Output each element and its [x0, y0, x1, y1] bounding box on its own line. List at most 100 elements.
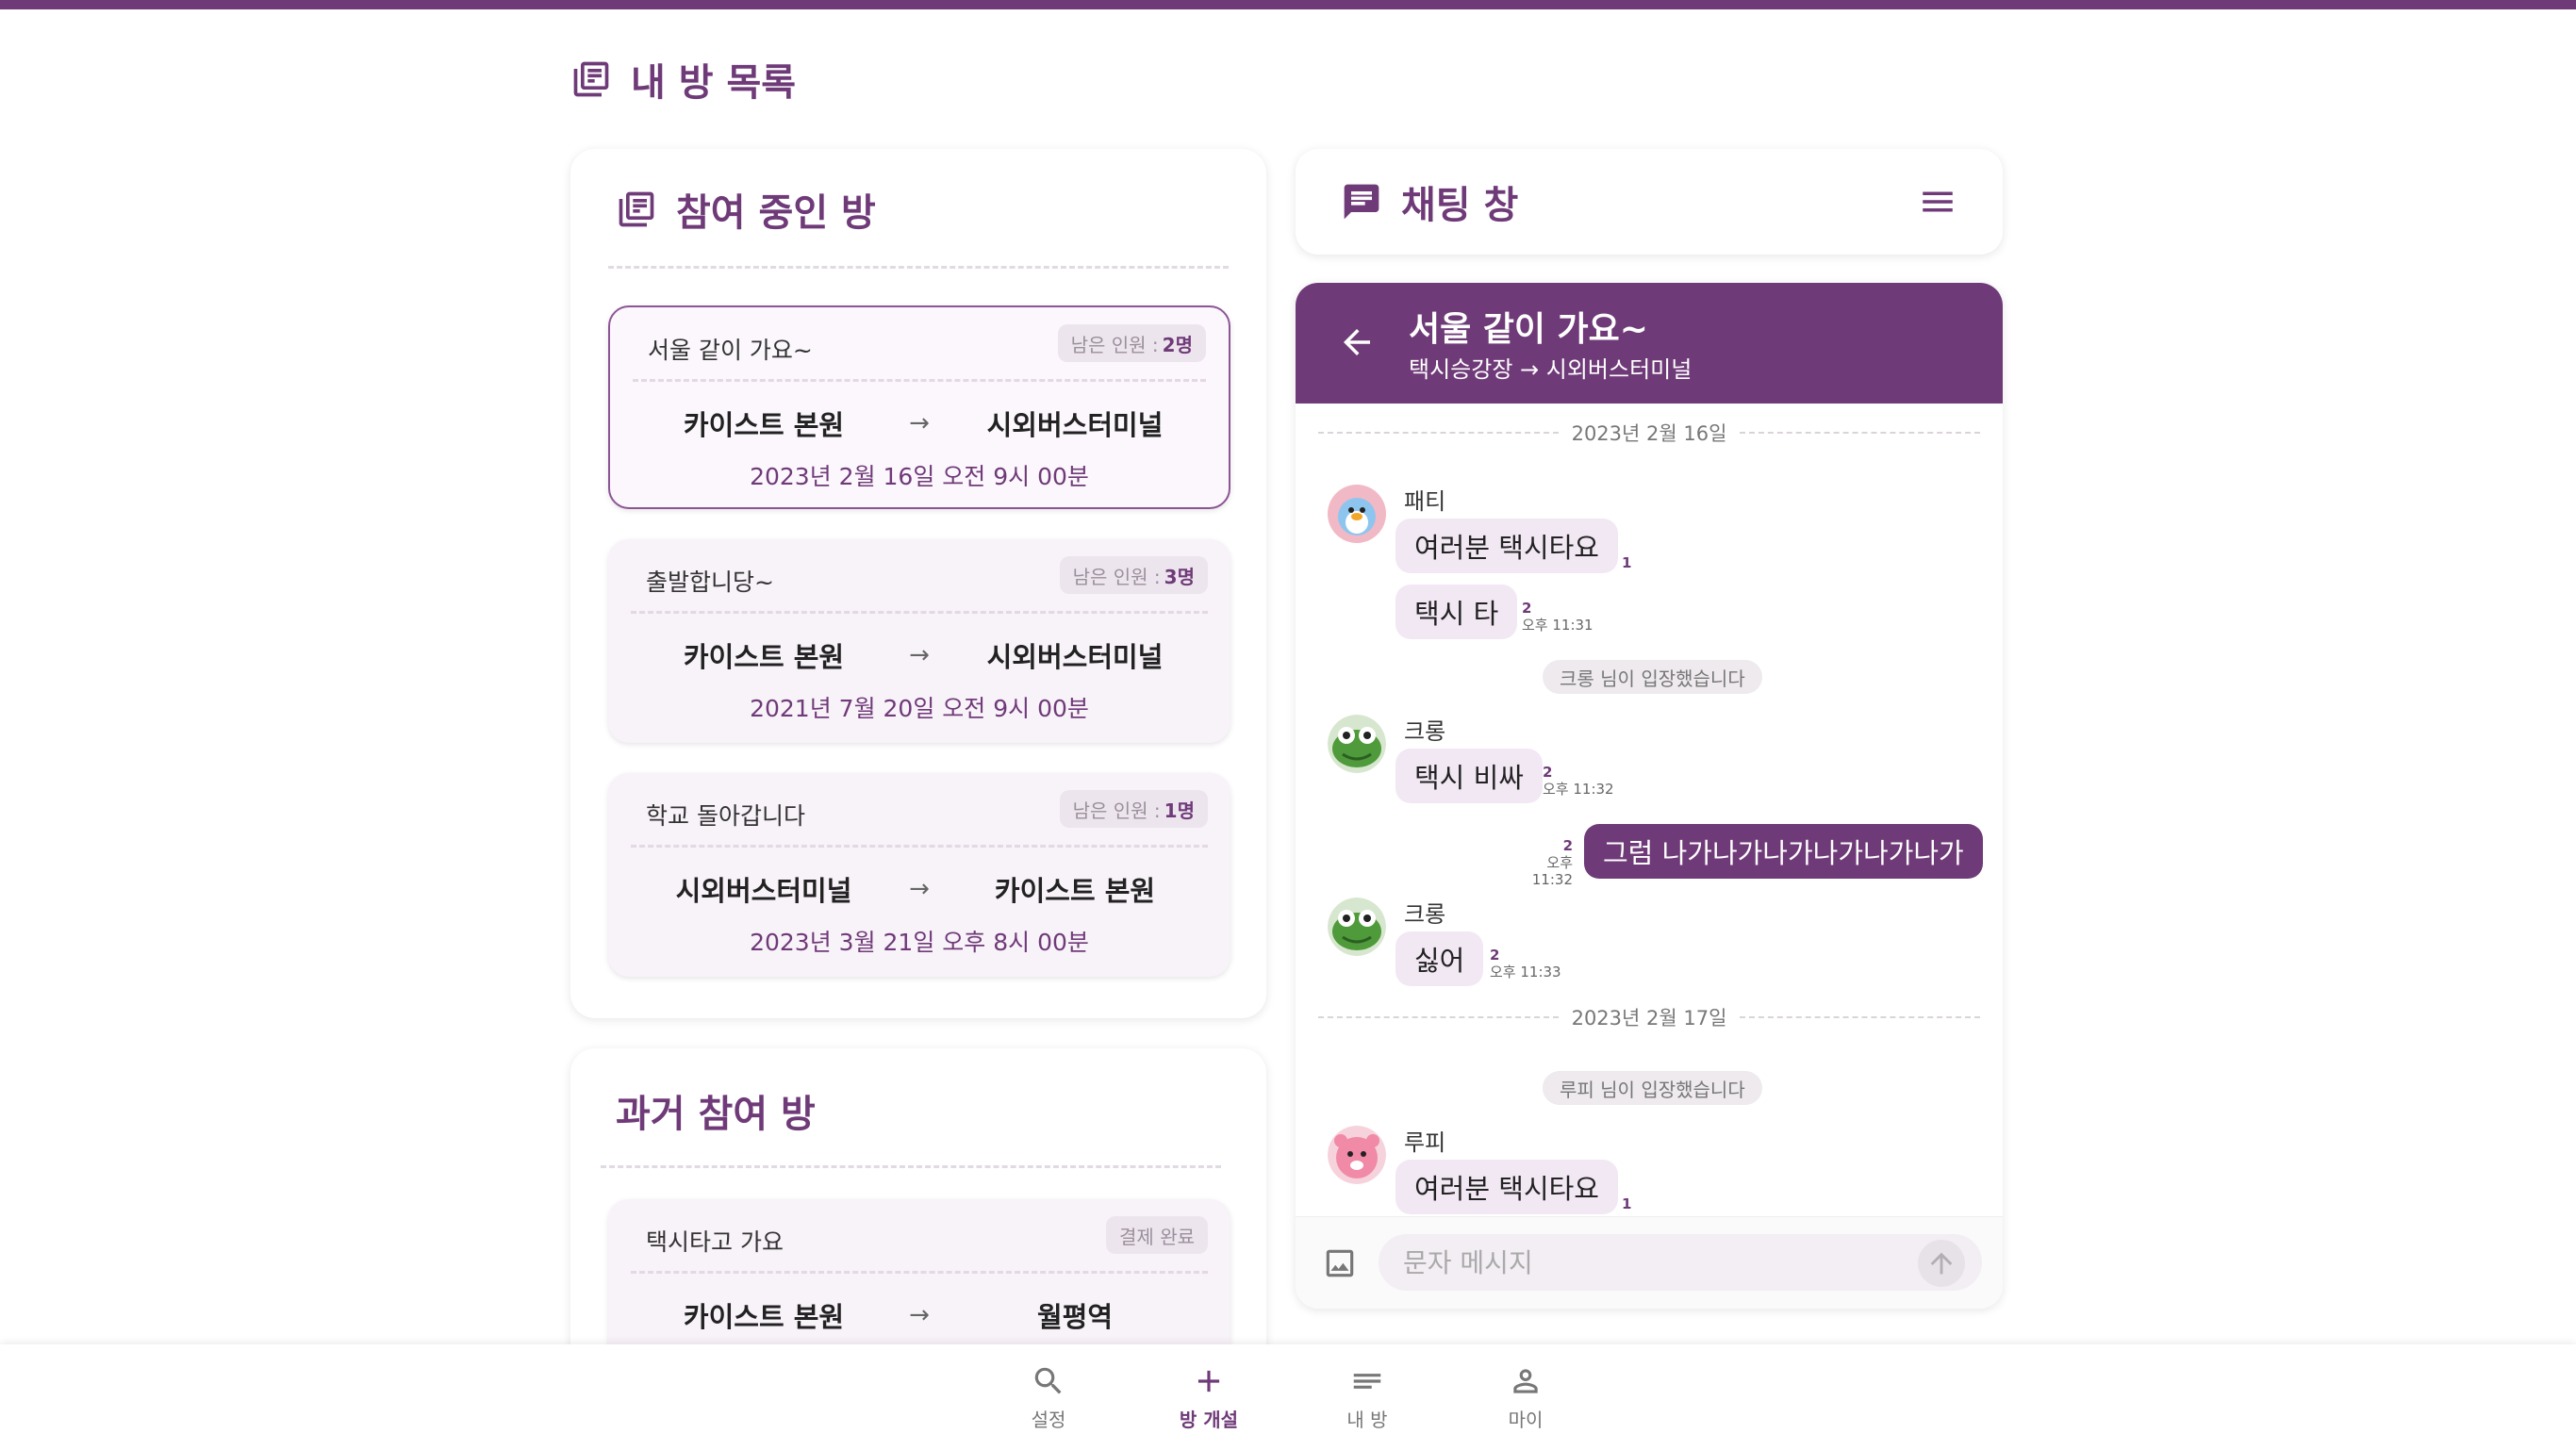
unread-count: 1 — [1622, 554, 1632, 571]
remaining-badge: 남은 인원 : 1명 — [1059, 790, 1208, 828]
unread-count: 1 — [1622, 1195, 1632, 1212]
room-name: 학교 돌아갑니다 — [646, 802, 805, 830]
chat-room-route: 택시승강장 → 시외버스터미널 — [1409, 356, 1693, 383]
nav-label: 방 개설 — [1179, 1409, 1239, 1431]
message-bubble[interactable]: 택시 타 — [1395, 585, 1518, 639]
page-title: 내 방 목록 — [570, 53, 796, 106]
route-to: 카이스트 본원 — [994, 875, 1156, 907]
divider — [601, 1165, 1221, 1168]
avatar[interactable] — [1328, 898, 1386, 956]
route-to: 시외버스터미널 — [986, 409, 1164, 441]
message-meta: 2 오후 11:32 — [1509, 837, 1573, 888]
send-button[interactable] — [1918, 1240, 1965, 1287]
route-from: 카이스트 본원 — [683, 641, 845, 673]
message-time: 오후 11:33 — [1490, 964, 1561, 980]
system-notice: 루피 님이 입장했습니다 — [1543, 1071, 1762, 1105]
route-from: 카이스트 본원 — [683, 409, 845, 441]
route: 카이스트 본원 → 시외버스터미널 — [610, 402, 1229, 445]
message-bubble[interactable]: 여러분 택시타요 — [1395, 519, 1618, 573]
route-arrow: → — [909, 875, 930, 903]
route: 카이스트 본원 → 월평역 — [608, 1293, 1230, 1337]
room-divider — [631, 1271, 1208, 1274]
bottom-navigation: 설정 방 개설 내 방 마이 — [0, 1344, 2576, 1450]
room-card[interactable]: 학교 돌아갑니다 남은 인원 : 1명 시외버스터미널 → 카이스트 본원 20… — [608, 773, 1230, 977]
room-datetime: 2021년 7월 20일 오전 9시 00분 — [750, 695, 1089, 722]
library-books-icon — [616, 189, 657, 230]
active-rooms-title: 참여 중인 방 — [676, 191, 876, 235]
message-time: 오후 11:32 — [1531, 854, 1573, 888]
past-rooms-header: 과거 참여 방 — [616, 1082, 816, 1139]
route-from: 시외버스터미널 — [675, 875, 852, 907]
menu-icon[interactable] — [1918, 182, 1957, 222]
date-separator: 2023년 2월 16일 — [1318, 417, 1980, 449]
room-divider — [631, 611, 1208, 614]
route-arrow: → — [909, 409, 930, 437]
payment-complete-badge: 결제 완료 — [1106, 1216, 1208, 1254]
back-arrow-icon[interactable] — [1337, 322, 1377, 362]
room-card[interactable]: 출발합니당~ 남은 인원 : 3명 카이스트 본원 → 시외버스터미널 2021… — [608, 539, 1230, 743]
avatar[interactable] — [1328, 1126, 1386, 1184]
nav-item-my-page[interactable]: 마이 — [1469, 1363, 1582, 1439]
room-datetime: 2023년 2월 16일 오전 9시 00분 — [750, 463, 1089, 490]
message-meta: 1 — [1622, 1195, 1631, 1212]
chat-room-title: 서울 같이 가요~ — [1409, 310, 1648, 349]
room-divider — [631, 845, 1208, 848]
message-meta: 2 오후 11:31 — [1522, 600, 1593, 634]
message-input[interactable] — [1379, 1234, 1982, 1291]
sender-name: 루피 — [1404, 1129, 1446, 1156]
active-rooms-card: 참여 중인 방 서울 같이 가요~ 남은 인원 : 2명 카이스트 본원 → 시… — [570, 149, 1266, 1018]
message-time: 오후 11:31 — [1522, 617, 1593, 634]
message-list[interactable]: 2023년 2월 16일 패티 여러분 택시타요 1 택시 타 2 오후 11:… — [1296, 404, 2003, 1216]
divider — [608, 266, 1229, 269]
room-name: 서울 같이 가요~ — [648, 337, 813, 364]
sender-name: 패티 — [1404, 488, 1446, 515]
top-accent-bar — [0, 0, 2576, 9]
route-arrow: → — [909, 1301, 930, 1329]
avatar[interactable] — [1328, 485, 1386, 543]
room-name: 택시타고 가요 — [646, 1228, 784, 1256]
route-to: 월평역 — [1036, 1301, 1114, 1333]
route: 카이스트 본원 → 시외버스터미널 — [608, 634, 1230, 677]
message-bubble[interactable]: 여러분 택시타요 — [1395, 1160, 1618, 1214]
chat-header-card: 채팅 창 — [1296, 149, 2003, 255]
list-icon — [1349, 1363, 1385, 1399]
unread-count: 2 — [1490, 947, 1500, 964]
system-notice: 크롱 님이 입장했습니다 — [1543, 660, 1762, 694]
chat-panel: 서울 같이 가요~ 택시승강장 → 시외버스터미널 2023년 2월 16일 패… — [1296, 283, 2003, 1309]
message-bubble[interactable]: 싫어 — [1395, 931, 1484, 986]
route-arrow: → — [909, 641, 930, 669]
my-message-bubble[interactable]: 그럼 나가나가나가나가나가나가 — [1584, 824, 1983, 879]
unread-count: 2 — [1522, 600, 1532, 617]
page-title-text: 내 방 목록 — [631, 61, 797, 105]
route-to: 시외버스터미널 — [986, 641, 1164, 673]
past-rooms-title: 과거 참여 방 — [616, 1093, 816, 1136]
nav-label: 내 방 — [1346, 1409, 1388, 1431]
nav-item-settings[interactable]: 설정 — [992, 1363, 1105, 1439]
message-time: 오후 11:32 — [1543, 781, 1614, 798]
chat-header-title: 채팅 창 — [1341, 174, 1918, 229]
remaining-badge: 남은 인원 : 3명 — [1059, 556, 1208, 594]
unread-count: 2 — [1543, 764, 1553, 781]
sender-name: 크롱 — [1404, 718, 1446, 745]
person-icon — [1508, 1363, 1544, 1399]
unread-count: 2 — [1562, 837, 1573, 854]
message-meta: 1 — [1622, 554, 1631, 571]
sender-name: 크롱 — [1404, 901, 1446, 928]
nav-item-create-room[interactable]: 방 개설 — [1152, 1363, 1265, 1439]
chat-icon — [1341, 181, 1382, 222]
message-meta: 2 오후 11:33 — [1490, 947, 1561, 980]
room-card[interactable]: 서울 같이 가요~ 남은 인원 : 2명 카이스트 본원 → 시외버스터미널 2… — [608, 305, 1230, 509]
room-datetime: 2023년 3월 21일 오후 8시 00분 — [750, 929, 1089, 956]
library-books-icon — [570, 58, 612, 100]
image-icon[interactable] — [1322, 1245, 1358, 1281]
nav-item-my-rooms[interactable]: 내 방 — [1311, 1363, 1424, 1439]
avatar[interactable] — [1328, 715, 1386, 773]
nav-label: 마이 — [1508, 1409, 1544, 1431]
room-divider — [633, 379, 1206, 382]
search-icon — [1031, 1363, 1066, 1399]
message-input-bar — [1296, 1216, 2003, 1309]
message-bubble[interactable]: 택시 비싸 — [1395, 749, 1543, 803]
chat-header-label: 채팅 창 — [1401, 184, 1519, 227]
arrow-up-icon — [1925, 1247, 1957, 1279]
route-from: 카이스트 본원 — [683, 1301, 845, 1333]
